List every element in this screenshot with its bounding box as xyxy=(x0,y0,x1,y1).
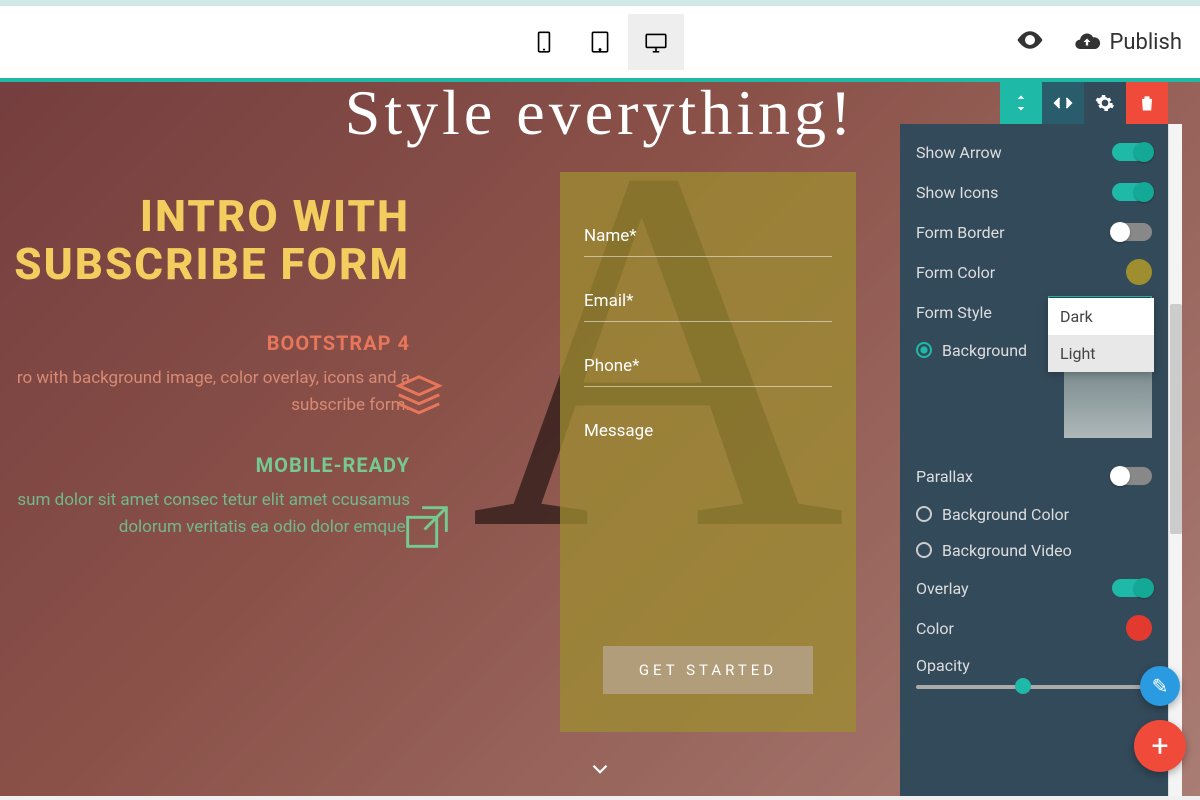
overlay-toggle[interactable] xyxy=(1112,579,1152,597)
top-toolbar: Publish xyxy=(0,0,1200,78)
form-style-dropdown: Dark Light xyxy=(1048,298,1154,372)
bg-video-label: Background Video xyxy=(942,541,1072,560)
overlay-color-swatch[interactable] xyxy=(1126,615,1152,641)
form-color-swatch[interactable] xyxy=(1126,259,1152,285)
bg-image-label: Background xyxy=(942,341,1027,360)
opacity-slider[interactable] xyxy=(916,685,1152,689)
bg-color-label: Background Color xyxy=(942,505,1069,524)
form-color-label: Form Color xyxy=(916,263,995,282)
parallax-label: Parallax xyxy=(916,467,973,486)
device-switcher xyxy=(516,14,684,70)
block-toolbar xyxy=(1000,82,1168,124)
hero-desc-1[interactable]: ro with background image, color overlay,… xyxy=(0,365,410,419)
cloud-upload-icon xyxy=(1073,28,1101,56)
overlay-caption: Style everything! xyxy=(345,82,856,150)
external-link-icon xyxy=(398,498,456,556)
dropdown-item-dark[interactable]: Dark xyxy=(1048,298,1154,335)
publish-button[interactable]: Publish xyxy=(1073,28,1182,56)
desktop-view-button[interactable] xyxy=(628,14,684,70)
edit-fab[interactable]: ✎ xyxy=(1140,666,1180,706)
phone-field[interactable]: Phone* xyxy=(584,346,832,387)
form-border-label: Form Border xyxy=(916,223,1005,242)
hero-subtitle-2[interactable]: MOBILE-READY xyxy=(0,453,410,477)
bg-video-radio[interactable] xyxy=(916,542,932,558)
delete-block-button[interactable] xyxy=(1126,82,1168,124)
mobile-view-button[interactable] xyxy=(516,14,572,70)
message-field[interactable]: Message xyxy=(584,411,832,451)
bg-image-thumbnail[interactable] xyxy=(1064,368,1152,438)
form-style-label: Form Style xyxy=(916,303,992,322)
chevron-down-icon[interactable] xyxy=(587,756,613,782)
subscribe-form[interactable]: Name* Email* Phone* Message GET STARTED xyxy=(560,172,856,732)
hero-text-column: INTRO WITH SUBSCRIBE FORM BOOTSTRAP 4 ro… xyxy=(0,192,430,542)
code-button[interactable] xyxy=(1042,82,1084,124)
show-icons-label: Show Icons xyxy=(916,183,998,202)
publish-label: Publish xyxy=(1109,30,1182,55)
dropdown-item-light[interactable]: Light xyxy=(1048,335,1154,372)
tablet-view-button[interactable] xyxy=(572,14,628,70)
move-block-button[interactable] xyxy=(1000,82,1042,124)
opacity-label: Opacity xyxy=(916,656,970,675)
hero-title[interactable]: INTRO WITH SUBSCRIBE FORM xyxy=(0,192,410,289)
preview-icon[interactable] xyxy=(1015,25,1045,59)
overlay-label: Overlay xyxy=(916,579,969,598)
submit-button[interactable]: GET STARTED xyxy=(603,646,813,694)
add-block-fab[interactable]: + xyxy=(1134,720,1186,772)
bg-color-radio[interactable] xyxy=(916,506,932,522)
settings-button[interactable] xyxy=(1084,82,1126,124)
show-arrow-toggle[interactable] xyxy=(1112,143,1152,161)
show-icons-toggle[interactable] xyxy=(1112,183,1152,201)
scrollbar-thumb[interactable] xyxy=(1170,304,1182,534)
email-field[interactable]: Email* xyxy=(584,281,832,322)
overlay-color-label: Color xyxy=(916,619,954,638)
show-arrow-label: Show Arrow xyxy=(916,143,1002,162)
layers-icon xyxy=(392,370,446,424)
hero-desc-2[interactable]: sum dolor sit amet consec tetur elit ame… xyxy=(0,487,410,541)
hero-subtitle-1[interactable]: BOOTSTRAP 4 xyxy=(0,331,410,355)
parallax-toggle[interactable] xyxy=(1112,467,1152,485)
bg-image-radio[interactable] xyxy=(916,342,932,358)
editor-canvas: A Style everything! INTRO WITH SUBSCRIBE… xyxy=(0,82,1200,796)
name-field[interactable]: Name* xyxy=(584,216,832,257)
form-border-toggle[interactable] xyxy=(1112,223,1152,241)
settings-panel: Show Arrow Show Icons Form Border Form C… xyxy=(900,124,1168,796)
